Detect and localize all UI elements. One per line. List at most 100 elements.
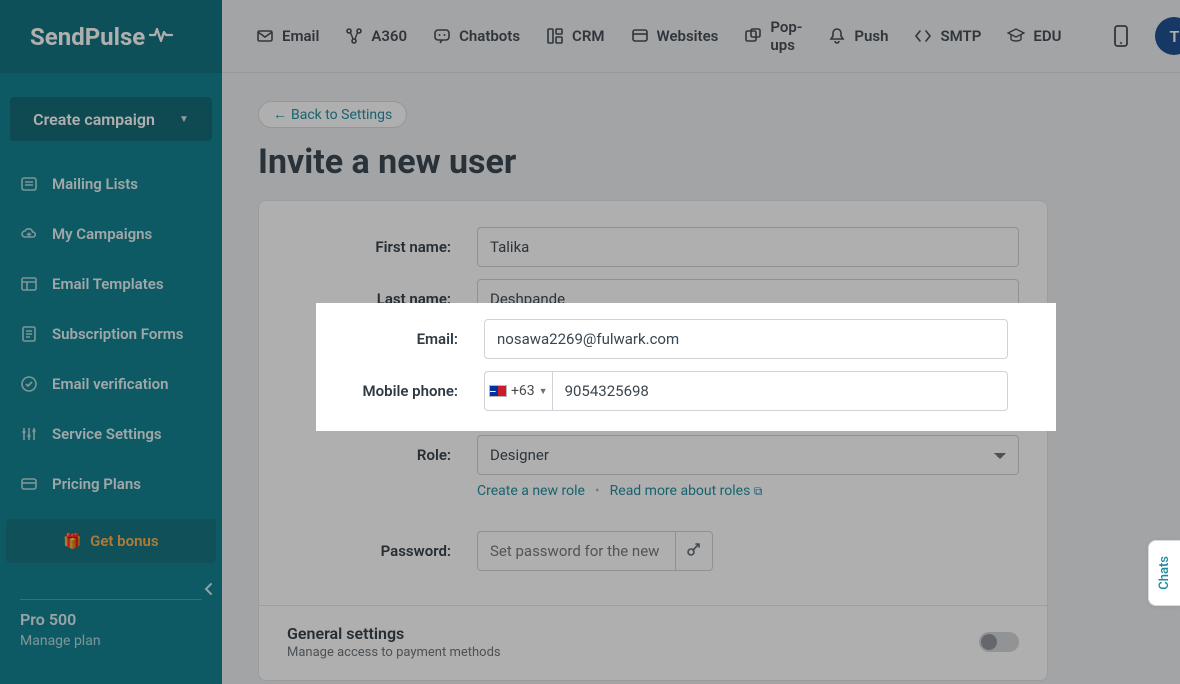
create-campaign-button[interactable]: Create campaign ▼ bbox=[10, 97, 212, 141]
first-name-label: First name: bbox=[287, 238, 477, 256]
email-label: Email: bbox=[287, 342, 477, 360]
role-label: Role: bbox=[287, 446, 477, 464]
sidebar-item-label: Subscription Forms bbox=[52, 325, 183, 343]
email-input[interactable] bbox=[477, 331, 1019, 371]
sidebar-item-label: Service Settings bbox=[52, 425, 162, 443]
form-icon bbox=[20, 325, 38, 343]
dial-code-select[interactable]: +63 ▼ bbox=[477, 383, 545, 423]
external-link-icon: ⧉ bbox=[754, 484, 763, 498]
gift-icon: 🎁 bbox=[63, 532, 82, 550]
nav-chatbots[interactable]: Chatbots bbox=[433, 27, 520, 45]
sidebar-item-label: Pricing Plans bbox=[52, 475, 141, 493]
chatbot-icon bbox=[433, 27, 451, 45]
generate-password-button[interactable] bbox=[676, 531, 713, 571]
back-to-settings-link[interactable]: ← Back to Settings bbox=[258, 101, 407, 128]
sidebar-item-my-campaigns[interactable]: My Campaigns bbox=[0, 209, 222, 259]
sidebar-item-pricing-plans[interactable]: Pricing Plans bbox=[0, 459, 222, 509]
code-icon bbox=[914, 27, 932, 45]
topbar: Email A360 Chatbots CRM Websites Pop-ups… bbox=[222, 0, 1180, 73]
chevron-down-icon: ▼ bbox=[532, 398, 541, 409]
flag-icon bbox=[482, 397, 500, 409]
read-about-roles-link[interactable]: Read more about roles ⧉ bbox=[610, 483, 763, 499]
dial-code: +63 bbox=[504, 395, 528, 411]
chevron-down-icon: ▼ bbox=[179, 114, 189, 125]
page-title: Invite a new user bbox=[258, 142, 1144, 182]
sidebar-item-label: Mailing Lists bbox=[52, 175, 138, 193]
general-settings-title: General settings bbox=[287, 624, 501, 643]
create-role-link[interactable]: Create a new role bbox=[477, 483, 585, 499]
nav-label: Push bbox=[854, 27, 888, 45]
first-name-input[interactable] bbox=[477, 227, 1019, 267]
nav-label: SMTP bbox=[940, 27, 981, 45]
plan-name: Pro 500 bbox=[20, 610, 202, 629]
sidebar: SendPulse Create campaign ▼ Mailing List… bbox=[0, 0, 222, 684]
nav-label: Pop-ups bbox=[770, 18, 802, 54]
last-name-label: Last name: bbox=[287, 290, 477, 308]
sidebar-item-mailing-lists[interactable]: Mailing Lists bbox=[0, 159, 222, 209]
create-campaign-label: Create campaign bbox=[33, 110, 155, 129]
nav-crm[interactable]: CRM bbox=[546, 27, 604, 45]
role-links: Create a new role • Read more about role… bbox=[259, 483, 1047, 499]
arrow-left-icon: ← bbox=[273, 106, 287, 123]
sidebar-item-label: My Campaigns bbox=[52, 225, 152, 243]
key-icon bbox=[685, 540, 703, 562]
avatar[interactable]: T bbox=[1155, 17, 1180, 55]
mobile-icon[interactable] bbox=[1113, 24, 1129, 48]
brand-pulse-icon bbox=[149, 25, 173, 49]
crm-icon bbox=[546, 27, 564, 45]
phone-label: Mobile phone: bbox=[287, 394, 477, 412]
sidebar-item-email-templates[interactable]: Email Templates bbox=[0, 259, 222, 309]
manage-plan-link[interactable]: Manage plan bbox=[20, 633, 202, 649]
nav-smtp[interactable]: SMTP bbox=[914, 27, 981, 45]
get-bonus-button[interactable]: 🎁 Get bonus bbox=[6, 519, 216, 563]
nav-popups[interactable]: Pop-ups bbox=[744, 18, 802, 54]
sidebar-item-label: Email verification bbox=[52, 375, 169, 393]
brand-logo: SendPulse bbox=[0, 0, 222, 73]
nav-label: Chatbots bbox=[459, 27, 520, 45]
automation-icon bbox=[345, 27, 363, 45]
cloud-icon bbox=[20, 225, 38, 243]
nav-a360[interactable]: A360 bbox=[345, 27, 407, 45]
card-icon bbox=[20, 475, 38, 493]
mail-icon bbox=[256, 27, 274, 45]
plan-block: Pro 500 Manage plan bbox=[0, 610, 222, 649]
nav-label: Email bbox=[282, 27, 319, 45]
popup-icon bbox=[744, 27, 762, 45]
invite-user-card: First name: Last name: Email: Mobile pho… bbox=[258, 200, 1048, 681]
nav-label: CRM bbox=[572, 27, 604, 45]
sidebar-item-subscription-forms[interactable]: Subscription Forms bbox=[0, 309, 222, 359]
main-content: ← Back to Settings Invite a new user Fir… bbox=[222, 73, 1180, 684]
dot-separator: • bbox=[595, 483, 600, 499]
sidebar-item-email-verification[interactable]: Email verification bbox=[0, 359, 222, 409]
nav-websites[interactable]: Websites bbox=[631, 27, 719, 45]
bonus-label: Get bonus bbox=[90, 532, 158, 550]
avatar-initial: T bbox=[1170, 27, 1180, 46]
password-label: Password: bbox=[287, 542, 477, 560]
nav-push[interactable]: Push bbox=[828, 27, 888, 45]
nav-label: Websites bbox=[657, 27, 719, 45]
nav-email[interactable]: Email bbox=[256, 27, 319, 45]
last-name-input[interactable] bbox=[477, 279, 1019, 319]
general-settings-row: General settings Manage access to paymen… bbox=[259, 606, 1047, 680]
brand-name: SendPulse bbox=[30, 23, 145, 51]
role-select[interactable]: Designer bbox=[477, 435, 1019, 475]
nav-label: EDU bbox=[1033, 27, 1061, 45]
list-icon bbox=[20, 175, 38, 193]
sidebar-divider bbox=[20, 599, 202, 600]
sidebar-item-label: Email Templates bbox=[52, 275, 164, 293]
sidebar-item-service-settings[interactable]: Service Settings bbox=[0, 409, 222, 459]
sidebar-collapse-button[interactable] bbox=[202, 582, 216, 600]
bell-icon bbox=[828, 27, 846, 45]
back-link-label: Back to Settings bbox=[291, 107, 392, 123]
general-settings-subtitle: Manage access to payment methods bbox=[287, 645, 501, 660]
globe-icon bbox=[631, 27, 649, 45]
sliders-icon bbox=[20, 425, 38, 443]
password-input[interactable] bbox=[477, 531, 676, 571]
phone-input[interactable] bbox=[545, 383, 1019, 423]
nav-edu[interactable]: EDU bbox=[1007, 27, 1061, 45]
general-settings-toggle[interactable] bbox=[979, 632, 1019, 652]
graduation-icon bbox=[1007, 27, 1025, 45]
chats-side-tab[interactable]: Chats bbox=[1148, 540, 1180, 606]
layout-icon bbox=[20, 275, 38, 293]
nav-label: A360 bbox=[371, 27, 407, 45]
